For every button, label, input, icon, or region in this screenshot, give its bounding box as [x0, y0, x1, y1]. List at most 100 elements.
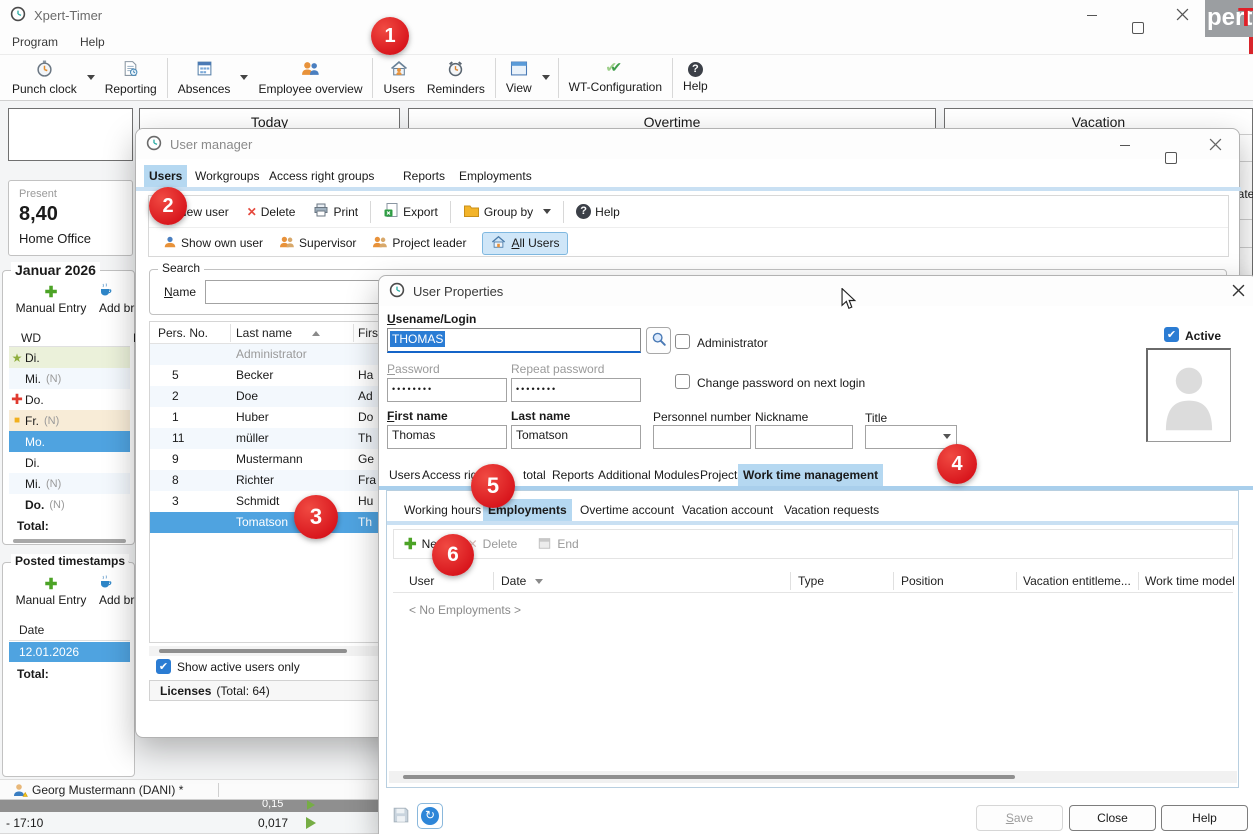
- active-checkbox[interactable]: ✔: [1164, 327, 1179, 342]
- um-print-button[interactable]: Print: [333, 205, 358, 219]
- main-help-button[interactable]: ? Help: [677, 60, 714, 95]
- view-dropdown-icon[interactable]: [542, 75, 550, 80]
- help-button[interactable]: Help: [1161, 805, 1248, 831]
- um-supervisor-button[interactable]: Supervisor: [299, 236, 356, 250]
- personnel-number-input[interactable]: [653, 425, 751, 449]
- col-pers-no[interactable]: Pers. No.: [158, 326, 208, 340]
- punch-clock-dropdown-icon[interactable]: [87, 75, 95, 80]
- repeat-password-input[interactable]: ••••••••: [511, 378, 641, 402]
- um-project-leader-button[interactable]: Project leader: [392, 236, 466, 250]
- up-tab-additional-modules[interactable]: Additional Modules: [593, 464, 704, 486]
- sub-tab-vacation-account[interactable]: Vacation account: [677, 499, 778, 521]
- punch-clock-button[interactable]: Punch clock: [6, 58, 83, 98]
- um-hscrollbar-thumb[interactable]: [159, 649, 347, 653]
- users-button[interactable]: Users: [377, 58, 420, 98]
- calendar-row[interactable]: ✚ Do.: [9, 389, 130, 410]
- posted-date-row[interactable]: 12.01.2026: [9, 642, 130, 662]
- up-sync-button[interactable]: ↻: [417, 803, 443, 829]
- licenses-label: Licenses: [160, 684, 211, 698]
- close-button[interactable]: Close: [1069, 805, 1156, 831]
- col-work-time-model[interactable]: Work time model: [1145, 574, 1235, 588]
- group-by-dropdown-icon[interactable]: [543, 209, 551, 214]
- um-help-button[interactable]: Help: [595, 205, 620, 219]
- password-mask: ••••••••: [392, 384, 433, 394]
- sub-tab-vacation-requests[interactable]: Vacation requests: [779, 499, 884, 521]
- menu-program[interactable]: Program: [12, 35, 58, 49]
- um-tab-users[interactable]: Users: [144, 165, 187, 187]
- administrator-checkbox[interactable]: [675, 334, 690, 349]
- show-active-checkbox[interactable]: ✔: [156, 659, 171, 674]
- employee-overview-button[interactable]: Employee overview: [252, 58, 368, 98]
- view-button[interactable]: View: [500, 59, 538, 97]
- first-name-input[interactable]: Thomas: [387, 425, 507, 449]
- um-tab-reports[interactable]: Reports: [398, 165, 450, 187]
- calendar-row[interactable]: Di.: [9, 452, 130, 473]
- change-password-checkbox[interactable]: [675, 374, 690, 389]
- col-user[interactable]: User: [409, 574, 434, 588]
- absences-dropdown-icon[interactable]: [240, 75, 248, 80]
- employments-hscrollbar-thumb[interactable]: [403, 775, 1015, 779]
- um-maximize-button[interactable]: [1164, 151, 1176, 163]
- main-minimize-button[interactable]: [1086, 9, 1098, 21]
- col-position[interactable]: Position: [901, 574, 944, 588]
- last-name-input[interactable]: Tomatson: [511, 425, 641, 449]
- title-select[interactable]: [865, 425, 957, 449]
- um-show-own-user-button[interactable]: Show own user: [181, 236, 263, 250]
- password-label: Password: [387, 362, 440, 376]
- calendar-hscrollbar[interactable]: [13, 539, 126, 543]
- title-label: Title: [865, 411, 887, 425]
- calendar-row[interactable]: ★ Di.: [9, 347, 130, 368]
- username-search-button[interactable]: [646, 327, 671, 354]
- um-group-by-button[interactable]: Group by: [484, 205, 533, 219]
- col-date[interactable]: Date: [501, 574, 526, 588]
- posted-manual-entry-button[interactable]: ✚ Manual Entry: [11, 575, 91, 607]
- present-box: Present 8,40 Home Office: [8, 180, 133, 256]
- col-date[interactable]: Date: [19, 623, 44, 637]
- emp-end-button[interactable]: End: [557, 537, 578, 551]
- wt-configuration-button[interactable]: ✔ ✔ WT-Configuration: [563, 60, 668, 96]
- col-vacation-entitlement[interactable]: Vacation entitleme...: [1023, 574, 1138, 588]
- calendar-row[interactable]: Mi. (N): [9, 473, 130, 494]
- calendar-row[interactable]: Mi. (N): [9, 368, 130, 389]
- sub-tab-overtime-account[interactable]: Overtime account: [575, 499, 679, 521]
- um-delete-button[interactable]: Delete: [261, 205, 296, 219]
- step-badge-4: 4: [937, 444, 977, 484]
- emp-delete-button[interactable]: Delete: [483, 537, 518, 551]
- reminders-button[interactable]: Reminders: [421, 58, 491, 98]
- um-titlebar[interactable]: User manager: [136, 129, 1239, 159]
- um-tab-access-right-groups[interactable]: Access right groups: [264, 165, 379, 187]
- sub-tab-working-hours[interactable]: Working hours: [399, 499, 486, 521]
- up-save-icon-button[interactable]: [389, 804, 413, 828]
- um-all-users-button[interactable]: All Users: [482, 232, 568, 255]
- up-tab-work-time-management[interactable]: Work time management: [738, 464, 883, 486]
- up-tab-time-total[interactable]: total: [518, 464, 551, 486]
- employments-hscrollbar[interactable]: [389, 771, 1237, 783]
- user-photo[interactable]: [1146, 348, 1231, 442]
- um-tab-employments[interactable]: Employments: [454, 165, 537, 187]
- add-break-button[interactable]: Add br: [99, 283, 139, 315]
- um-export-button[interactable]: Export: [403, 205, 438, 219]
- um-close-button[interactable]: [1209, 138, 1222, 154]
- password-input[interactable]: ••••••••: [387, 378, 507, 402]
- manual-entry-button[interactable]: ✚ Manual Entry: [11, 283, 91, 315]
- username-input[interactable]: THOMAS: [387, 328, 641, 353]
- reporting-button[interactable]: Reporting: [99, 58, 163, 98]
- um-tab-workgroups[interactable]: Workgroups: [190, 165, 264, 187]
- calendar-row-selected[interactable]: Mo.: [9, 431, 130, 452]
- save-button[interactable]: Save: [976, 805, 1063, 831]
- calendar-row[interactable]: Do. (N): [9, 494, 130, 515]
- nickname-input[interactable]: [755, 425, 853, 449]
- um-minimize-button[interactable]: [1119, 139, 1131, 151]
- col-last-name[interactable]: Last name: [236, 326, 292, 340]
- main-close-button[interactable]: [1176, 8, 1189, 24]
- posted-add-break-button[interactable]: Add br: [99, 575, 139, 607]
- col-type[interactable]: Type: [798, 574, 824, 588]
- calendar-row[interactable]: ■ Fr. (N): [9, 410, 130, 431]
- up-tab-reports[interactable]: Reports: [547, 464, 599, 486]
- menu-help[interactable]: Help: [80, 35, 105, 49]
- up-titlebar[interactable]: User Properties: [379, 276, 1253, 306]
- up-close-button[interactable]: [1232, 284, 1245, 300]
- absences-button[interactable]: Absences: [172, 58, 237, 98]
- app-clock-icon: [10, 6, 26, 25]
- col-wd[interactable]: WD: [21, 331, 41, 345]
